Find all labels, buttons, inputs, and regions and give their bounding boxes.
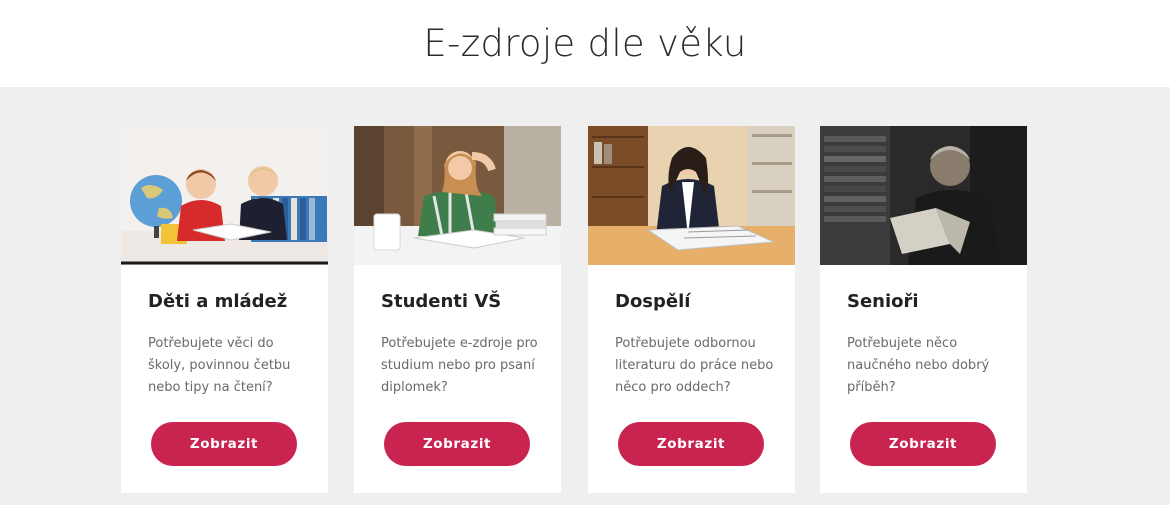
card-adults: Dospělí Potřebujete odbornou literaturu … [588,126,795,493]
senior-reading-book-illustration [820,126,1027,265]
card-children: Děti a mládež Potřebujete věci do školy,… [121,126,328,493]
woman-reading-newspaper-illustration [588,126,795,265]
card-title: Dospělí [615,291,691,312]
header-section: E-zdroje dle věku [0,0,1170,87]
card-title: Senioři [847,291,919,312]
card-description: Potřebujete věci do školy, povinnou četb… [148,336,291,395]
page-title: E-zdroje dle věku [423,22,747,65]
woman-reading-newspaper-photo [588,126,795,265]
student-studying-photo-illustration [354,126,561,265]
card-description: Potřebujete něco naučného nebo dobrý pří… [847,336,990,395]
children-reading-photo-illustration [121,126,328,265]
senior-reading-book-photo [820,126,1027,265]
card-title: Děti a mládež [148,291,288,312]
show-seniors-button[interactable]: Zobrazit [850,422,996,466]
show-students-button[interactable]: Zobrazit [384,422,530,466]
student-studying-photo [354,126,561,265]
card-students: Studenti VŠ Potřebujete e-zdroje pro stu… [354,126,561,493]
card-seniors: Senioři Potřebujete něco naučného nebo d… [820,126,1027,493]
children-reading-globe-photo [121,126,328,265]
card-description: Potřebujete e-zdroje pro studium nebo pr… [381,336,538,395]
card-title: Studenti VŠ [381,291,502,312]
card-description: Potřebujete odbornou literaturu do práce… [615,336,774,395]
show-adults-button[interactable]: Zobrazit [618,422,764,466]
show-children-button[interactable]: Zobrazit [151,422,297,466]
